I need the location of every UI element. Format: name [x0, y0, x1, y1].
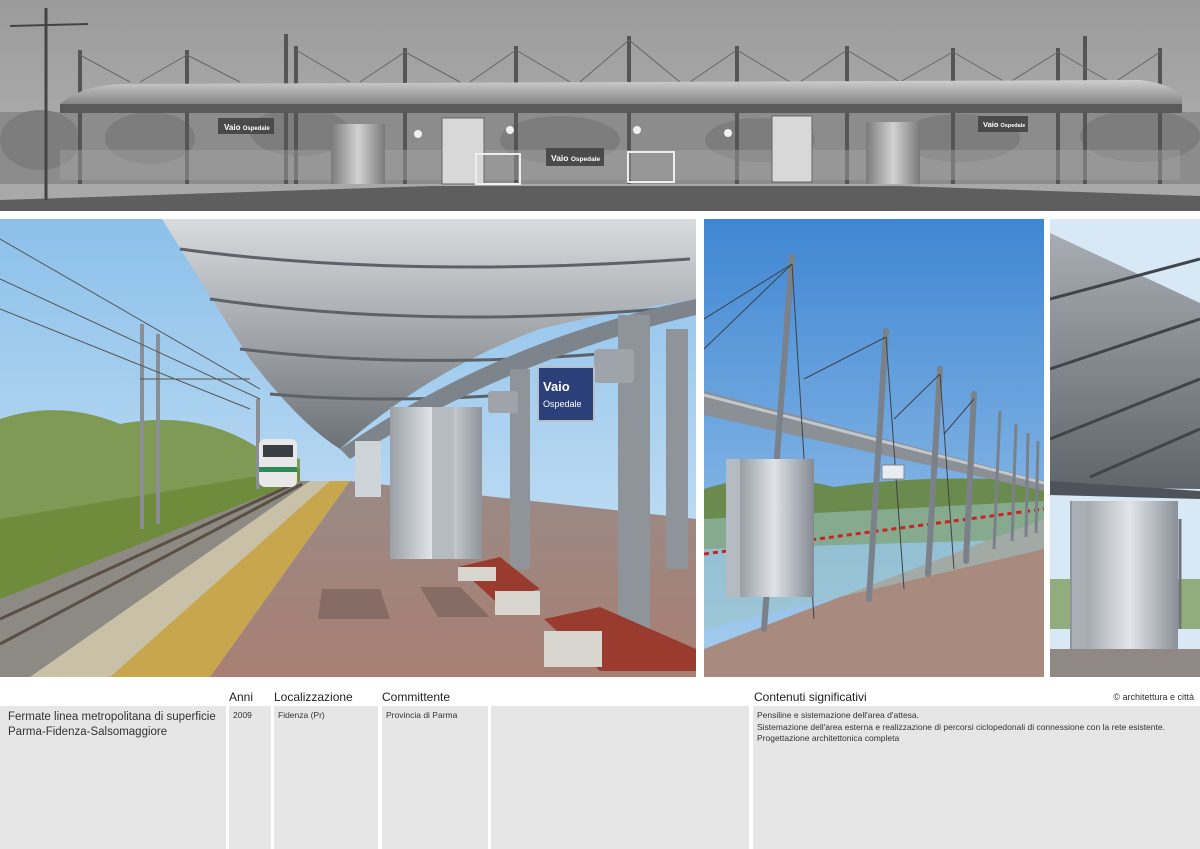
photo-panorama: Vaio Ospedale Vaio Ospedale Vaio Ospedal…: [0, 0, 1200, 211]
anni-cell: 2009: [229, 706, 271, 849]
platform-sign-name: Vaio: [543, 379, 570, 394]
panorama-sign-suffix: Ospedale: [243, 126, 271, 132]
header-anni: Anni: [229, 690, 254, 704]
project-title-line2: Parma-Fidenza-Salsomaggiore: [8, 726, 168, 738]
project-title-cell: Fermate linea metropolitana di superfici…: [0, 706, 226, 849]
empty-cell: [491, 706, 749, 849]
contenuti-cell: Pensiline e sistemazione dell'area d'att…: [753, 706, 1200, 849]
header-localizzazione: Localizzazione: [274, 690, 353, 704]
platform-sign-suffix: Ospedale: [543, 399, 582, 409]
anni-value: 2009: [233, 710, 252, 720]
panorama-sign-name-2: Vaio: [551, 153, 568, 163]
header-contenuti: Contenuti significativi: [754, 690, 867, 704]
committente-value: Provincia di Parma: [386, 710, 458, 720]
contenuti-line-3: Progettazione architettonica completa: [757, 733, 900, 743]
panorama-sign-name-3: Vaio: [983, 120, 999, 129]
header-committente: Committente: [382, 690, 451, 704]
photo-platform: Vaio Ospedale: [0, 219, 696, 677]
panorama-sign-name: Vaio: [224, 123, 241, 132]
contenuti-line-2: Sistemazione dell'area esterna e realizz…: [757, 721, 1165, 732]
localizzazione-value: Fidenza (Pr): [278, 710, 325, 720]
photo-canopy-detail: [1050, 219, 1200, 677]
panorama-sign-suffix-2: Ospedale: [571, 156, 601, 163]
photo-masts: [704, 219, 1044, 677]
contenuti-line-1: Pensiline e sistemazione dell'area d'att…: [757, 710, 920, 720]
committente-cell: Provincia di Parma: [382, 706, 488, 849]
panorama-sign-suffix-3: Ospedale: [1001, 123, 1026, 129]
localizzazione-cell: Fidenza (Pr): [274, 706, 378, 849]
copyright-credit: © architettura e città: [1113, 692, 1194, 702]
project-title-line1: Fermate linea metropolitana di superfici…: [8, 711, 216, 723]
